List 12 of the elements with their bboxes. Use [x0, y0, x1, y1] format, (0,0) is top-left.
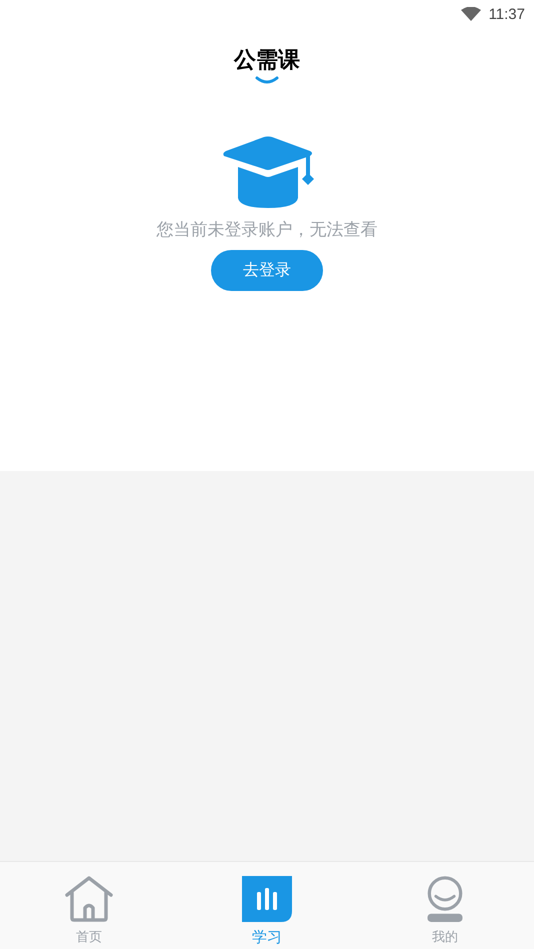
- tab[interactable]: 首页: [0, 862, 178, 949]
- wifi-icon: [460, 7, 481, 21]
- status-time: 11:37: [488, 6, 525, 22]
- home-icon: [64, 876, 114, 922]
- page-title: 公需课: [234, 47, 300, 75]
- tab[interactable]: 我的: [356, 862, 534, 949]
- graduation-cap-icon: [222, 136, 314, 208]
- tab[interactable]: 学习: [178, 862, 356, 949]
- smile-underline-icon: [255, 76, 279, 84]
- login-button[interactable]: 去登录: [211, 250, 323, 291]
- login-required-message: 您当前未登录账户，无法查看: [156, 219, 378, 242]
- books-icon: [242, 876, 292, 922]
